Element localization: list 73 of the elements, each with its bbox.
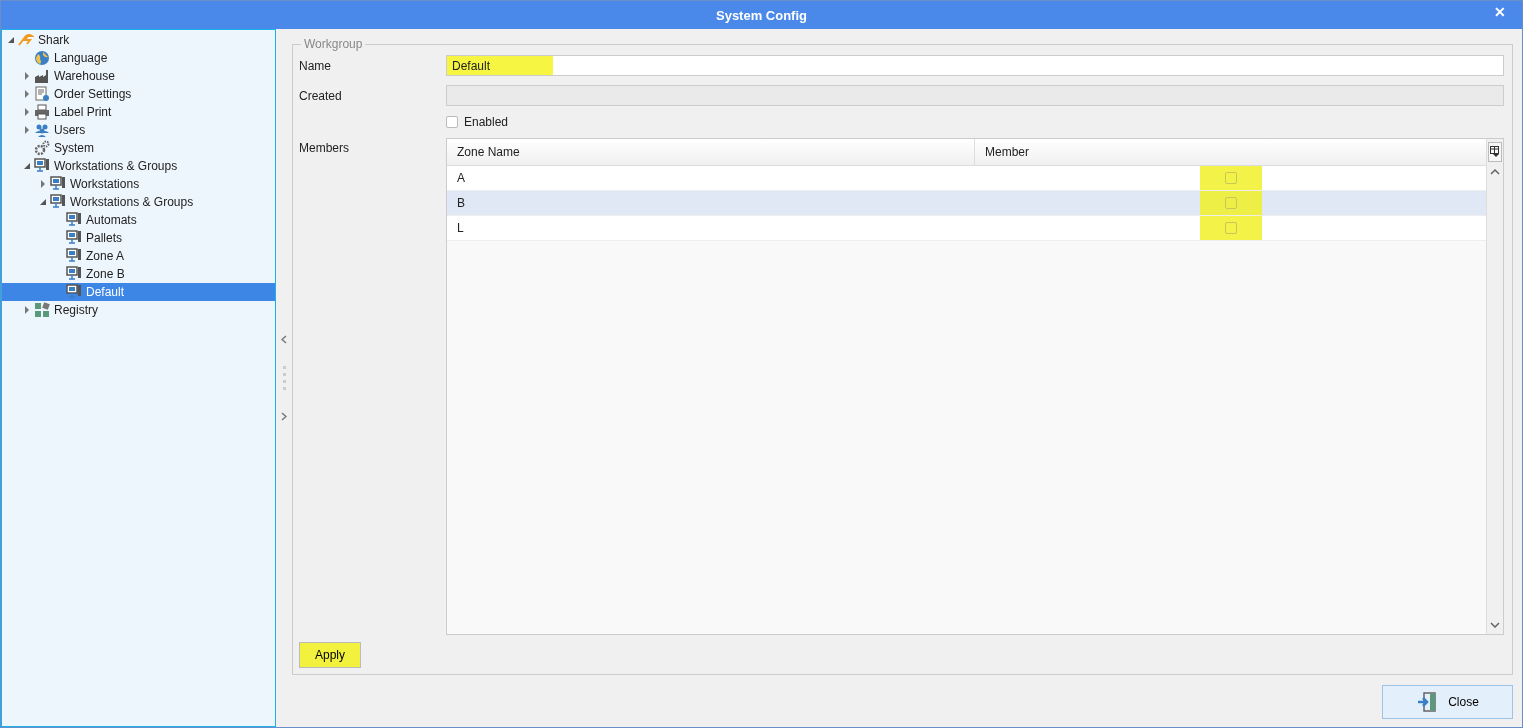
grid-row[interactable]: L [447,216,1487,241]
close-dialog-button[interactable]: Close [1382,685,1513,719]
collapse-left-button[interactable] [281,335,287,344]
logo-icon [18,32,34,48]
computer-icon [66,212,82,228]
computer-icon [50,176,66,192]
field-label: Members [299,141,350,155]
factory-icon [34,68,50,84]
computer-icon [66,248,82,264]
column-header[interactable]: Member [975,139,1487,165]
zone-cell-text: A [456,170,466,187]
member-checkbox[interactable] [1225,222,1237,234]
chevron-down-icon [1490,622,1500,628]
close-button[interactable]: ✕ [1492,4,1508,20]
column-chooser-button[interactable] [1488,142,1502,162]
gears-icon [34,140,50,156]
scroll-up-button[interactable] [1490,166,1500,177]
tree-item[interactable]: Registry [2,301,275,319]
zone-cell-text: L [456,220,465,237]
tree-item[interactable]: Order Settings [2,85,275,103]
expand-right-button[interactable] [281,412,287,421]
field-label: Created [299,88,343,103]
tree-item[interactable]: Workstations & Groups [2,193,275,211]
tree-item[interactable]: Shark [2,31,275,49]
expand-arrow-icon[interactable] [40,180,47,188]
tree-item[interactable]: System [2,139,275,157]
tree-item[interactable]: Default [2,283,275,301]
tree-item[interactable]: Workstations & Groups [2,157,275,175]
zone-cell-text: B [456,195,466,212]
column-chooser-icon [1490,146,1500,158]
expand-arrow-icon[interactable] [24,90,31,98]
expand-arrow-icon[interactable] [24,72,31,80]
printer-icon [34,104,50,120]
exit-door-icon [1416,691,1439,713]
scroll-down-button[interactable] [1490,619,1500,630]
column-header[interactable]: Zone Name [447,139,975,165]
grid-row[interactable]: A [447,166,1487,191]
chevron-up-icon [1490,169,1500,175]
expand-arrow-icon[interactable] [24,306,31,314]
enabled-checkbox[interactable] [446,116,458,128]
tree-item[interactable]: Automats [2,211,275,229]
blocks-icon [34,302,50,318]
tree-item[interactable]: Pallets [2,229,275,247]
tree-item[interactable]: Zone B [2,265,275,283]
document-icon [34,86,50,102]
collapse-arrow-icon[interactable] [40,198,47,206]
computer-icon [66,284,82,300]
users-icon [34,122,50,138]
expand-arrow-icon[interactable] [24,108,31,116]
name-field[interactable]: Default [446,55,1504,76]
member-checkbox[interactable] [1225,197,1237,209]
globe-icon [34,50,50,66]
computer-icon [50,194,66,210]
window-title: System Config [716,7,807,23]
grid-row[interactable]: B [447,191,1487,216]
collapse-arrow-icon[interactable] [24,162,31,170]
tree-item[interactable]: Language [2,49,275,67]
tree-item[interactable]: Users [2,121,275,139]
computer-icon [66,266,82,282]
computer-icon [34,158,50,174]
tree-item[interactable]: Workstations [2,175,275,193]
member-checkbox[interactable] [1225,172,1237,184]
created-field[interactable] [446,85,1504,106]
tree-item[interactable]: Warehouse [2,67,275,85]
expand-arrow-icon[interactable] [24,126,31,134]
computer-icon [66,230,82,246]
apply-button[interactable]: Apply [299,642,361,668]
tree-item[interactable]: Zone A [2,247,275,265]
field-label: Name [299,58,332,73]
group-title: Workgroup [301,37,366,51]
tree-item[interactable]: Label Print [2,103,275,121]
collapse-arrow-icon[interactable] [8,36,15,44]
checkbox-label: Enabled [464,115,509,129]
